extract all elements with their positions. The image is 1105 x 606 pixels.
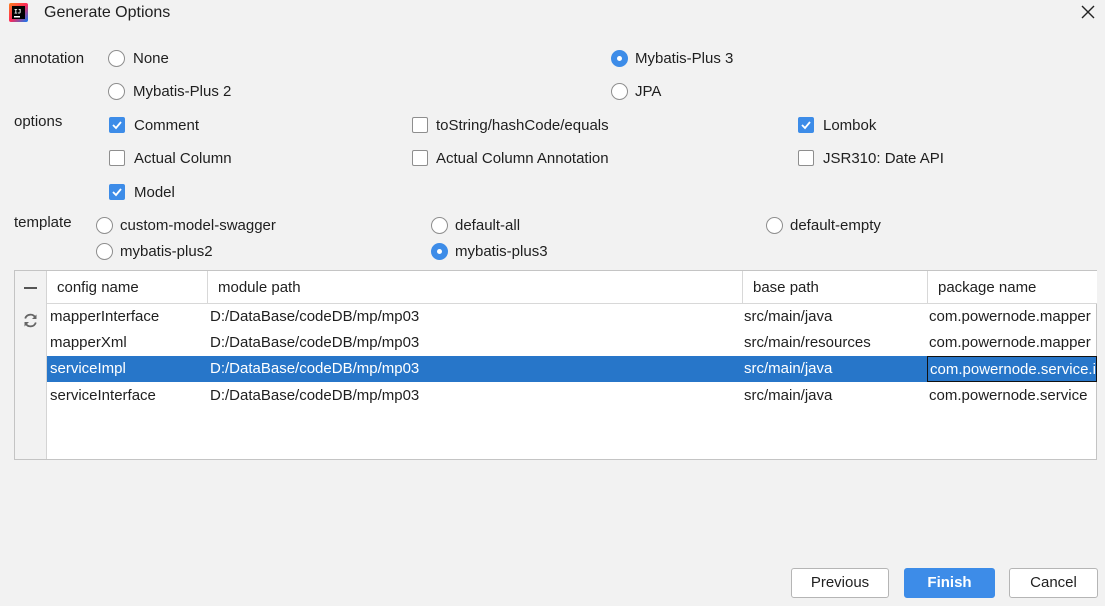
radio-label-template-mybatis-plus2: mybatis-plus2: [120, 243, 213, 260]
table-row[interactable]: mapperXml D:/DataBase/codeDB/mp/mp03 src…: [47, 330, 1097, 356]
minus-icon[interactable]: [23, 280, 38, 295]
cell-base-path[interactable]: src/main/java: [744, 356, 924, 382]
checkbox-label-jsr310-date-api: JSR310: Date API: [823, 150, 944, 167]
checkbox-model[interactable]: [109, 184, 125, 200]
cell-package-name[interactable]: com.powernode.service: [929, 383, 1097, 409]
column-header-base-path[interactable]: base path: [743, 271, 928, 303]
checkbox-label-comment: Comment: [134, 117, 200, 134]
radio-label-annotation-jpa: JPA: [635, 83, 662, 100]
cell-module-path[interactable]: D:/DataBase/codeDB/mp/mp03: [210, 330, 742, 356]
radio-label-template-default-all: default-all: [455, 217, 521, 234]
config-table: config name module path base path packag…: [14, 270, 1097, 460]
previous-button[interactable]: Previous: [791, 568, 889, 598]
checkmark-icon: [112, 121, 122, 130]
radio-label-annotation-mybatis-plus-3: Mybatis-Plus 3: [635, 50, 734, 67]
checkbox-lombok[interactable]: [798, 117, 814, 133]
radio-label-template-custom-model-swagger: custom-model-swagger: [120, 217, 276, 234]
cell-base-path[interactable]: src/main/resources: [744, 330, 924, 356]
checkbox-label-lombok: Lombok: [823, 117, 877, 134]
table-row[interactable]: serviceInterface D:/DataBase/codeDB/mp/m…: [47, 383, 1097, 409]
cell-config-name[interactable]: serviceImpl: [50, 356, 208, 382]
cell-module-path[interactable]: D:/DataBase/codeDB/mp/mp03: [210, 304, 742, 330]
radio-template-mybatis-plus2[interactable]: [96, 243, 113, 260]
cell-base-path[interactable]: src/main/java: [744, 304, 924, 330]
checkbox-label-tostring-hashcode-equals: toString/hashCode/equals: [436, 117, 609, 134]
radio-label-annotation-mybatis-plus-2: Mybatis-Plus 2: [133, 83, 232, 100]
checkbox-actual-column[interactable]: [109, 150, 125, 166]
cell-package-name[interactable]: com.powernode.mapper: [929, 330, 1097, 356]
svg-text:IJ: IJ: [14, 9, 21, 16]
table-header: config name module path base path packag…: [47, 271, 1097, 304]
cell-config-name[interactable]: mapperXml: [50, 330, 208, 356]
table-toolbar: [15, 271, 47, 459]
checkbox-tostring-hashcode-equals[interactable]: [412, 117, 428, 133]
cell-module-path[interactable]: D:/DataBase/codeDB/mp/mp03: [210, 356, 742, 382]
cell-package-name[interactable]: com.powernode.mapper: [929, 304, 1097, 330]
cell-base-path[interactable]: src/main/java: [744, 383, 924, 409]
annotation-label: annotation: [14, 50, 85, 67]
intellij-idea-icon: IJ: [9, 3, 28, 22]
checkbox-label-actual-column: Actual Column: [134, 150, 232, 167]
radio-label-annotation-none: None: [133, 50, 169, 67]
finish-button[interactable]: Finish: [904, 568, 995, 598]
checkmark-icon: [801, 121, 811, 130]
window-title: Generate Options: [44, 4, 171, 21]
cancel-button[interactable]: Cancel: [1009, 568, 1098, 598]
column-header-module-path[interactable]: module path: [208, 271, 743, 303]
checkbox-comment[interactable]: [109, 117, 125, 133]
options-label: options: [14, 113, 63, 130]
title-bar: IJ Generate Options: [0, 0, 1105, 28]
radio-template-default-empty[interactable]: [766, 217, 783, 234]
cell-config-name[interactable]: serviceInterface: [50, 383, 208, 409]
checkbox-label-model: Model: [134, 184, 175, 201]
table-row-selected[interactable]: serviceImpl D:/DataBase/codeDB/mp/mp03 s…: [47, 356, 1097, 382]
cell-package-name-focused[interactable]: com.powernode.service.impl: [927, 356, 1097, 382]
column-header-package-name[interactable]: package name: [928, 271, 1097, 303]
cell-config-name[interactable]: mapperInterface: [50, 304, 208, 330]
table-row[interactable]: mapperInterface D:/DataBase/codeDB/mp/mp…: [47, 304, 1097, 330]
close-icon[interactable]: [1078, 2, 1098, 22]
radio-annotation-jpa[interactable]: [611, 83, 628, 100]
radio-template-mybatis-plus3[interactable]: [431, 243, 448, 260]
radio-annotation-mybatis-plus-3[interactable]: [611, 50, 628, 67]
checkbox-jsr310-date-api[interactable]: [798, 150, 814, 166]
radio-annotation-mybatis-plus-2[interactable]: [108, 83, 125, 100]
radio-label-template-mybatis-plus3: mybatis-plus3: [455, 243, 548, 260]
column-header-config-name[interactable]: config name: [47, 271, 208, 303]
radio-label-template-default-empty: default-empty: [790, 217, 881, 234]
radio-annotation-none[interactable]: [108, 50, 125, 67]
refresh-icon[interactable]: [22, 312, 39, 329]
checkbox-actual-column-annotation[interactable]: [412, 150, 428, 166]
cell-module-path[interactable]: D:/DataBase/codeDB/mp/mp03: [210, 383, 742, 409]
checkmark-icon: [112, 188, 122, 197]
checkbox-label-actual-column-annotation: Actual Column Annotation: [436, 150, 609, 167]
template-label: template: [14, 214, 72, 231]
radio-template-custom-model-swagger[interactable]: [96, 217, 113, 234]
radio-template-default-all[interactable]: [431, 217, 448, 234]
